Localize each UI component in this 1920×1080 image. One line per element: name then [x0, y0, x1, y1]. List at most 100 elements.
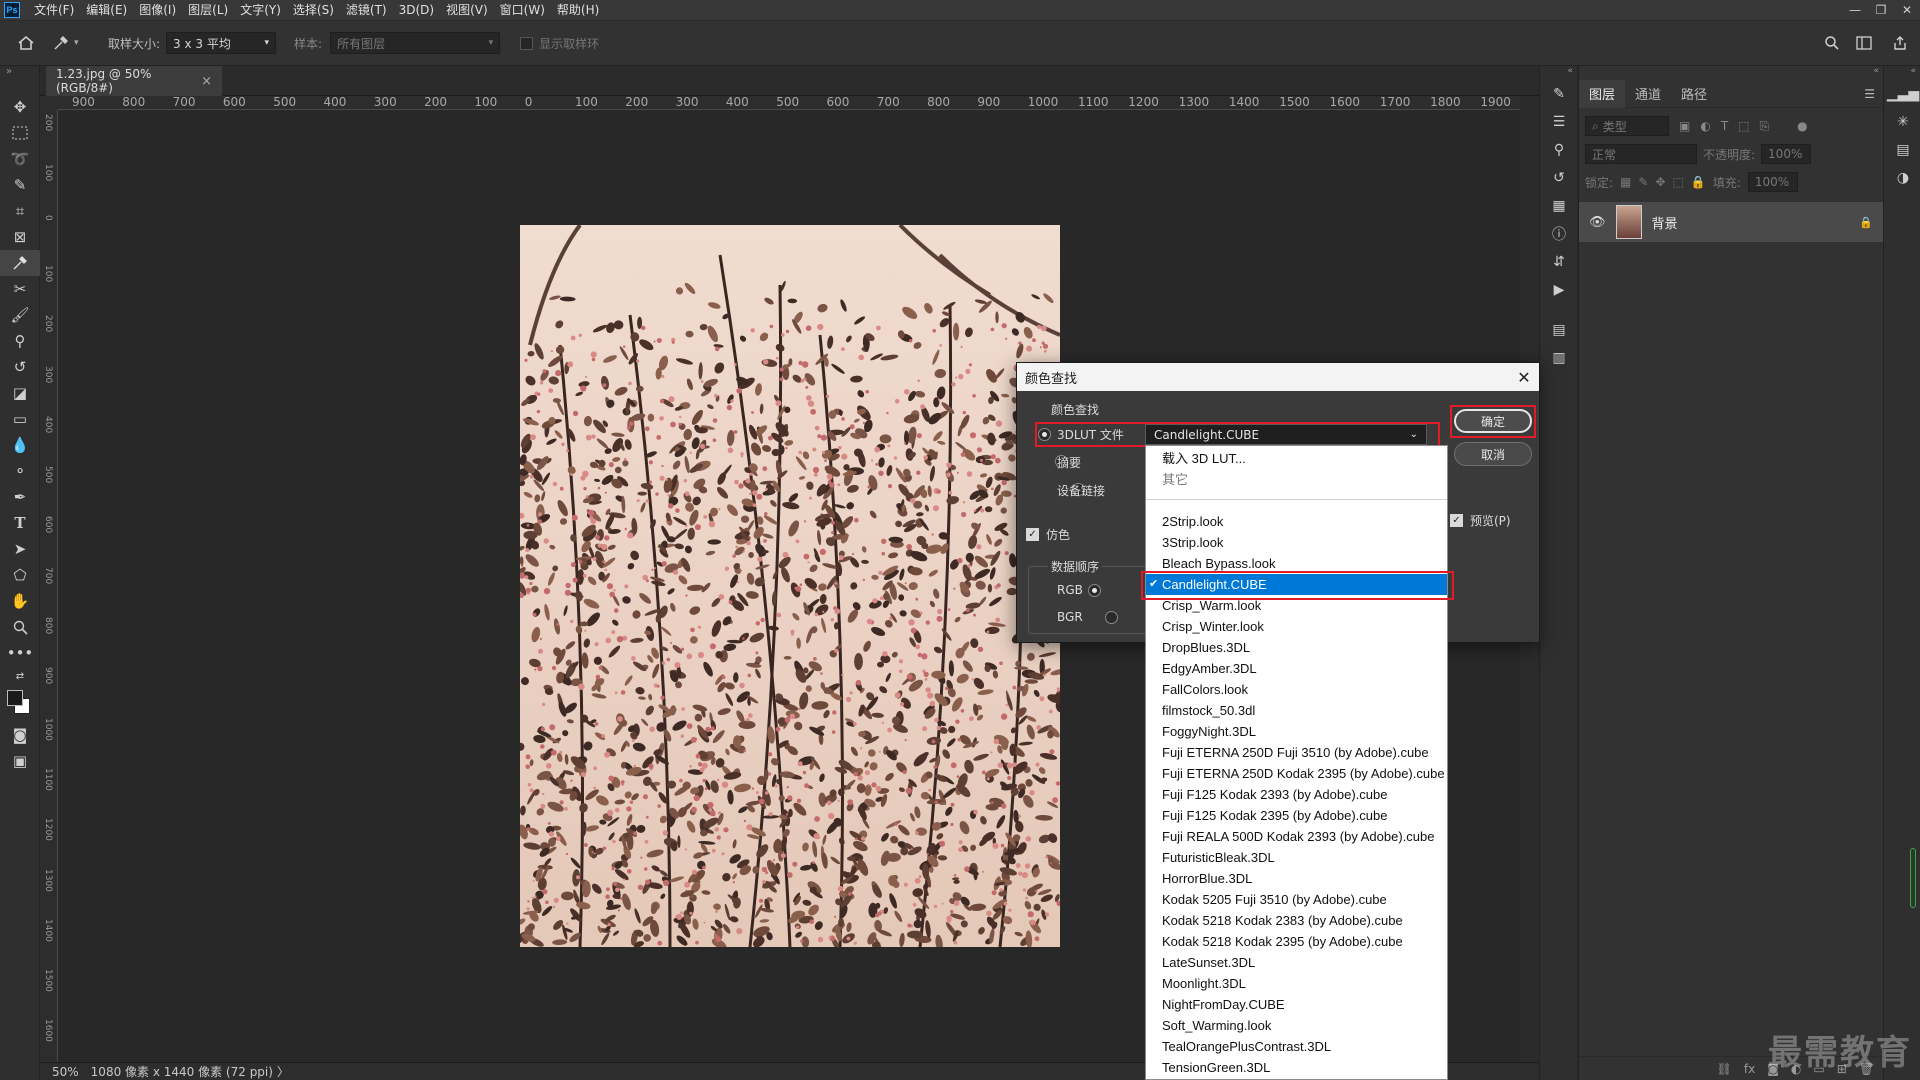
- lut-item[interactable]: NightFromDay.CUBE: [1146, 994, 1447, 1015]
- tab-channels[interactable]: 通道: [1625, 80, 1671, 108]
- cancel-button[interactable]: 取消: [1454, 442, 1532, 466]
- properties-icon[interactable]: ▤: [1540, 316, 1578, 344]
- brush-settings-icon[interactable]: ✎: [1540, 80, 1578, 108]
- tab-layers[interactable]: 图层: [1579, 79, 1626, 108]
- visibility-eye-icon[interactable]: 👁: [1589, 215, 1606, 230]
- preview-checkbox[interactable]: ✓: [1450, 514, 1463, 527]
- other-item[interactable]: 其它: [1146, 469, 1447, 490]
- menu-item[interactable]: 窗口(W): [494, 0, 551, 20]
- layer-name[interactable]: 背景: [1652, 213, 1678, 232]
- healing-tool-icon[interactable]: ✂: [0, 276, 40, 302]
- dither-checkbox[interactable]: ✓: [1026, 528, 1039, 541]
- menu-item[interactable]: 图层(L): [182, 0, 234, 20]
- history-icon[interactable]: ↺: [1540, 164, 1578, 192]
- lut-item[interactable]: Moonlight.3DL: [1146, 973, 1447, 994]
- load-3d-lut-item[interactable]: 载入 3D LUT...: [1146, 448, 1447, 469]
- filter-shape-icon[interactable]: ⬚: [1738, 119, 1749, 133]
- link-layers-icon[interactable]: ⛓: [1717, 1062, 1732, 1076]
- menu-item[interactable]: 帮助(H): [551, 0, 605, 20]
- lut-item[interactable]: Fuji ETERNA 250D Fuji 3510 (by Adobe).cu…: [1146, 742, 1447, 763]
- actions-play-icon[interactable]: ▶: [1540, 276, 1578, 304]
- filter-type-icon[interactable]: T: [1721, 119, 1728, 133]
- collapse-icon[interactable]: «: [1579, 66, 1883, 80]
- blend-mode-select[interactable]: 正常: [1585, 144, 1697, 164]
- lut-item[interactable]: Fuji F125 Kodak 2393 (by Adobe).cube: [1146, 784, 1447, 805]
- crop-tool-icon[interactable]: ⌗: [0, 198, 40, 224]
- type-tool-icon[interactable]: T: [0, 510, 40, 536]
- blur-tool-icon[interactable]: 💧: [0, 432, 40, 458]
- menu-item[interactable]: 3D(D): [393, 0, 440, 20]
- zoom-level[interactable]: 50%: [52, 1065, 79, 1079]
- dodge-tool-icon[interactable]: ⚬: [0, 458, 40, 484]
- eyedropper-tool-icon[interactable]: [0, 250, 40, 276]
- screen-mode-icon[interactable]: ▣: [0, 748, 40, 774]
- search-icon[interactable]: [1816, 35, 1848, 51]
- ok-button[interactable]: 确定: [1454, 409, 1532, 433]
- swatches-icon[interactable]: ▦: [1540, 192, 1578, 220]
- lut-item[interactable]: Fuji REALA 500D Kodak 2393 (by Adobe).cu…: [1146, 826, 1447, 847]
- sample-layers-select[interactable]: 所有图层 ▾: [330, 32, 501, 54]
- lut-item[interactable]: FallColors.look: [1146, 679, 1447, 700]
- navigator-icon[interactable]: ✳: [1884, 108, 1920, 136]
- brush-tool-icon[interactable]: 🖌: [0, 302, 40, 328]
- lut-item[interactable]: Soft_Warming.look: [1146, 1015, 1447, 1036]
- opacity-field[interactable]: 100%: [1761, 144, 1812, 164]
- scroll-indicator[interactable]: [1910, 848, 1916, 908]
- swap-colors-icon[interactable]: ⇄: [0, 666, 40, 686]
- document-tab[interactable]: 1.23.jpg @ 50%(RGB/8#) ×: [46, 66, 222, 96]
- layer-filter-select[interactable]: ⌕ 类型: [1585, 116, 1669, 136]
- radio-3dlut[interactable]: [1038, 428, 1051, 441]
- close-icon[interactable]: ✕: [1509, 363, 1539, 391]
- more-tools-icon[interactable]: •••: [0, 640, 40, 666]
- stamp-tool-icon[interactable]: ⚲: [0, 328, 40, 354]
- adjustments-icon[interactable]: ☰: [1540, 108, 1578, 136]
- lut-item[interactable]: LateSunset.3DL: [1146, 952, 1447, 973]
- color-swatches[interactable]: [0, 686, 40, 722]
- layer-row-background[interactable]: 👁 背景 🔒: [1579, 202, 1883, 242]
- lut-item[interactable]: Kodak 5218 Kodak 2395 (by Adobe).cube: [1146, 931, 1447, 952]
- collapse-toolbar-icon[interactable]: »: [0, 66, 39, 94]
- quick-select-tool-icon[interactable]: ✎: [0, 172, 40, 198]
- collapse-icon[interactable]: «: [1540, 66, 1577, 80]
- lut-item[interactable]: filmstock_50.3dl: [1146, 700, 1447, 721]
- quick-mask-icon[interactable]: ◙: [0, 722, 40, 748]
- channels-mixer-icon[interactable]: ⇵: [1540, 248, 1578, 276]
- lut-item[interactable]: FuturisticBleak.3DL: [1146, 847, 1447, 868]
- lut-item[interactable]: Kodak 5205 Fuji 3510 (by Adobe).cube: [1146, 889, 1447, 910]
- frame-tool-icon[interactable]: ⊠: [0, 224, 40, 250]
- lut-item[interactable]: TensionGreen.3DL: [1146, 1057, 1447, 1078]
- close-window-button[interactable]: ✕: [1894, 0, 1920, 20]
- zoom-tool-icon[interactable]: [0, 614, 40, 640]
- clone-source-icon[interactable]: ⚲: [1540, 136, 1578, 164]
- path-select-tool-icon[interactable]: ➤: [0, 536, 40, 562]
- workspace-icon[interactable]: [1848, 36, 1880, 50]
- lut-file-select[interactable]: Candlelight.CUBE ⌄: [1145, 424, 1427, 445]
- menu-item[interactable]: 文字(Y): [234, 0, 287, 20]
- restore-button[interactable]: ❐: [1868, 0, 1894, 20]
- lut-item[interactable]: TealOrangePlusContrast.3DL: [1146, 1036, 1447, 1057]
- lasso-tool-icon[interactable]: ➰: [0, 146, 40, 172]
- tab-paths[interactable]: 路径: [1671, 80, 1717, 108]
- pen-tool-icon[interactable]: ✒: [0, 484, 40, 510]
- filter-image-icon[interactable]: ▣: [1679, 119, 1690, 133]
- status-arrow-icon[interactable]: 〉: [277, 1063, 289, 1080]
- show-ring-checkbox[interactable]: [520, 36, 534, 50]
- shape-tool-icon[interactable]: ⬠: [0, 562, 40, 588]
- foreground-color-swatch[interactable]: [7, 690, 23, 706]
- lut-item[interactable]: EdgyAmber.3DL: [1146, 658, 1447, 679]
- collapse-icon[interactable]: «: [1884, 66, 1920, 80]
- eyedropper-preset-icon[interactable]: ▾: [52, 34, 100, 52]
- gradient-tool-icon[interactable]: ▭: [0, 406, 40, 432]
- fill-field[interactable]: 100%: [1747, 172, 1798, 192]
- lock-artboard-icon[interactable]: ⬚: [1673, 175, 1684, 189]
- sample-size-select[interactable]: 3 x 3 平均 ▾: [166, 32, 277, 54]
- move-tool-icon[interactable]: ✥: [0, 94, 40, 120]
- menu-item[interactable]: 文件(F): [28, 0, 80, 20]
- menu-item[interactable]: 选择(S): [287, 0, 340, 20]
- hand-tool-icon[interactable]: ✋: [0, 588, 40, 614]
- libraries-icon[interactable]: ▤: [1884, 136, 1920, 164]
- notes-icon[interactable]: ▥: [1540, 344, 1578, 372]
- lock-all-icon[interactable]: 🔒: [1691, 175, 1706, 189]
- home-icon[interactable]: [0, 35, 52, 51]
- fx-icon[interactable]: fx: [1744, 1062, 1755, 1076]
